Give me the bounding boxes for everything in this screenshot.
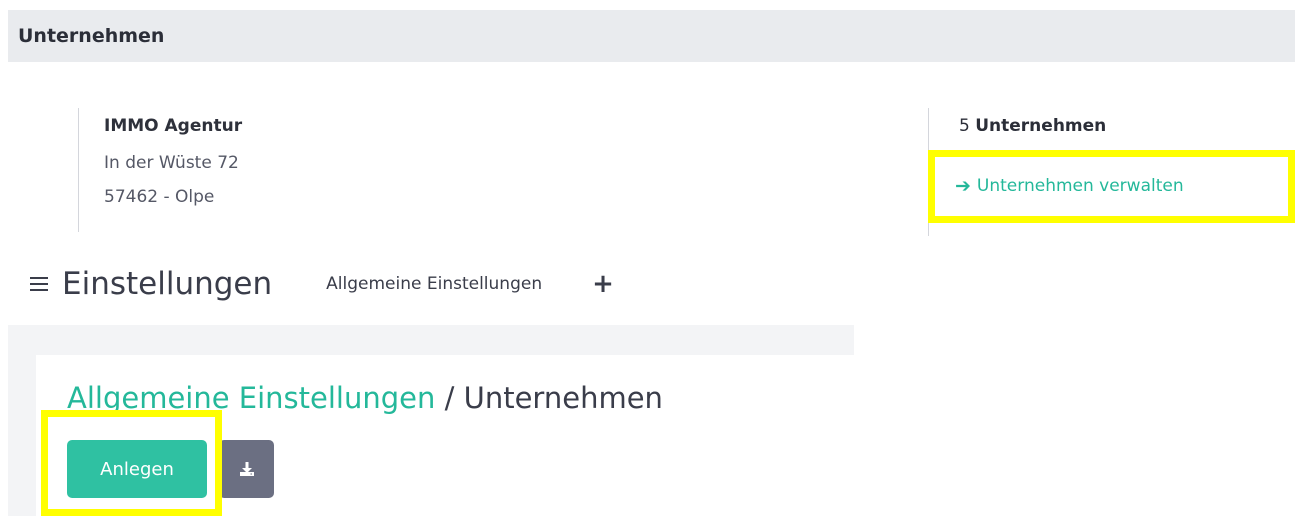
company-name: IMMO Agentur (104, 116, 243, 136)
section-title: Unternehmen (18, 25, 165, 47)
settings-title: Einstellungen (62, 266, 273, 302)
tab-general-settings[interactable]: Allgemeine Einstellungen (326, 274, 542, 294)
company-count: 5 Unternehmen (959, 115, 1106, 137)
manage-companies-label: Unternehmen verwalten (976, 176, 1184, 196)
company-count-number: 5 (959, 116, 970, 136)
section-header: Unternehmen (8, 10, 1295, 62)
plus-icon[interactable]: + (592, 271, 614, 297)
manage-companies-link[interactable]: ➔ Unternehmen verwalten (955, 174, 1184, 198)
company-city: 57462 - Olpe (104, 187, 215, 207)
company-count-label: Unternehmen (975, 116, 1107, 136)
download-icon (239, 462, 254, 476)
hamburger-icon[interactable] (30, 277, 48, 291)
highlight-create-button (41, 410, 222, 516)
breadcrumb-current: Unternehmen (463, 381, 663, 415)
company-street: In der Wüste 72 (104, 153, 239, 173)
breadcrumb-separator: / (435, 381, 464, 415)
settings-bar: Einstellungen Allgemeine Einstellungen + (30, 258, 614, 310)
arrow-right-icon: ➔ (955, 175, 971, 197)
company-card: IMMO Agentur In der Wüste 72 57462 - Olp… (78, 108, 478, 232)
download-button[interactable] (219, 440, 274, 498)
